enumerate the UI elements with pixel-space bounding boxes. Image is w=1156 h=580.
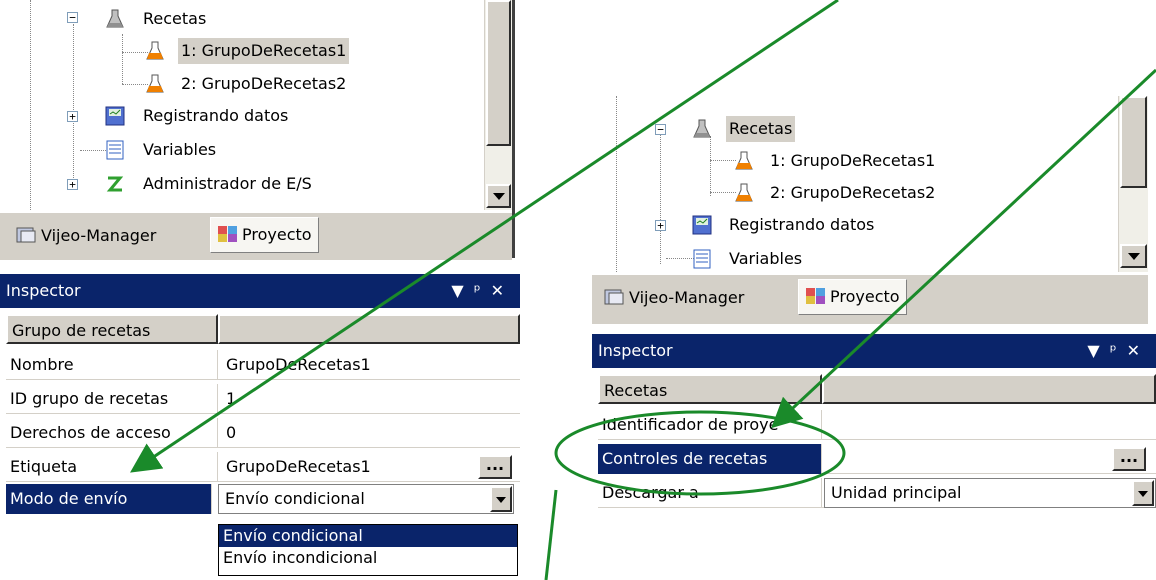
download-to-select[interactable]: Unidad principal [824,478,1156,508]
variables-table-icon [105,140,125,160]
project-icon [217,221,239,242]
close-icon[interactable]: ✕ [491,281,514,300]
pin-icon[interactable]: ᵖ [1110,341,1127,360]
close-icon[interactable]: ✕ [1127,341,1150,360]
data-logging-icon [692,215,712,235]
recipe-group-flask-icon [734,151,754,171]
tab-vijeo-manager[interactable]: Vijeo-Manager [598,281,750,317]
scrollbar-thumb[interactable] [1120,96,1147,188]
recipe-group-flask-icon [734,183,754,203]
property-row[interactable]: Derechos de acceso 0 [6,418,520,448]
chevron-down-icon[interactable] [1132,480,1154,506]
vijeo-manager-icon [16,222,38,243]
io-manager-icon [105,174,125,194]
collapse-recipes-toggle[interactable]: − [67,12,78,23]
property-group-header: Recetas [598,374,1156,404]
expand-logging-toggle[interactable]: + [655,220,666,231]
inspector-window-controls[interactable]: ▼ᵖ✕ [451,274,514,308]
scrollbar-thumb[interactable] [486,0,511,146]
inspector-window-controls[interactable]: ▼ᵖ✕ [1087,334,1150,368]
property-row-project-id[interactable]: Identificador de proye [598,410,1156,440]
property-grid: Recetas Identificador de proye Controles… [598,374,1156,536]
tab-project[interactable]: Proyecto [798,279,907,315]
explorer-tabs: Vijeo-Manager Proyecto [0,212,512,260]
dropdown-icon[interactable]: ▼ [1087,341,1109,360]
property-row[interactable]: ID grupo de recetas 1 [6,384,520,414]
annotation-line [544,489,558,580]
project-tree: − Recetas 1: GrupoDeRecetas1 2: GrupoDeR… [0,0,484,210]
dropdown-icon[interactable]: ▼ [451,281,473,300]
tree-scrollbar[interactable] [1118,96,1148,272]
recipe-group-flask-icon [145,41,165,61]
send-mode-select[interactable]: Envío condicional [218,484,514,514]
recipe-flask-icon [692,119,712,139]
left-panel: − Recetas 1: GrupoDeRecetas1 2: GrupoDeR… [0,0,530,580]
expand-io-manager-toggle[interactable]: + [67,179,78,190]
data-logging-icon [105,106,125,126]
property-row[interactable]: Nombre GrupoDeRecetas1 [6,350,520,380]
recipe-controls-ellipsis-button[interactable]: ... [1112,447,1146,471]
explorer-tabs: Vijeo-Manager Proyecto [592,274,1148,324]
recipe-group-flask-icon [145,74,165,94]
pin-icon[interactable]: ᵖ [474,281,491,300]
recipe-flask-icon [105,9,125,29]
tab-vijeo-manager[interactable]: Vijeo-Manager [10,219,162,255]
label-ellipsis-button[interactable]: ... [478,455,512,479]
collapse-recipes-toggle[interactable]: − [655,124,666,135]
vijeo-manager-icon [604,284,626,305]
expand-logging-toggle[interactable]: + [67,111,78,122]
tab-project[interactable]: Proyecto [210,217,319,253]
scroll-down-arrow[interactable] [486,184,511,208]
send-mode-options[interactable]: Envío condicional Envío incondicional [218,524,518,576]
property-row-recipe-controls[interactable]: Controles de recetas ... [598,444,1156,474]
option-conditional[interactable]: Envío condicional [219,525,517,547]
tree-scrollbar[interactable] [484,0,512,210]
scroll-down-arrow[interactable] [1120,244,1147,268]
project-tree: − Recetas 1: GrupoDeRecetas1 2: GrupoDeR… [592,96,1120,272]
property-group-header: Grupo de recetas [6,314,520,344]
right-panel: − Recetas 1: GrupoDeRecetas1 2: GrupoDeR… [592,96,1156,536]
inspector-title-bar: Inspector ▼ᵖ✕ [0,274,520,308]
option-unconditional[interactable]: Envío incondicional [219,547,517,569]
property-row-label[interactable]: Etiqueta GrupoDeRecetas1 ... [6,452,520,482]
variables-table-icon [692,249,712,269]
inspector-title-bar: Inspector ▼ᵖ✕ [592,334,1156,368]
chevron-down-icon[interactable] [490,486,512,512]
project-icon [805,283,827,304]
